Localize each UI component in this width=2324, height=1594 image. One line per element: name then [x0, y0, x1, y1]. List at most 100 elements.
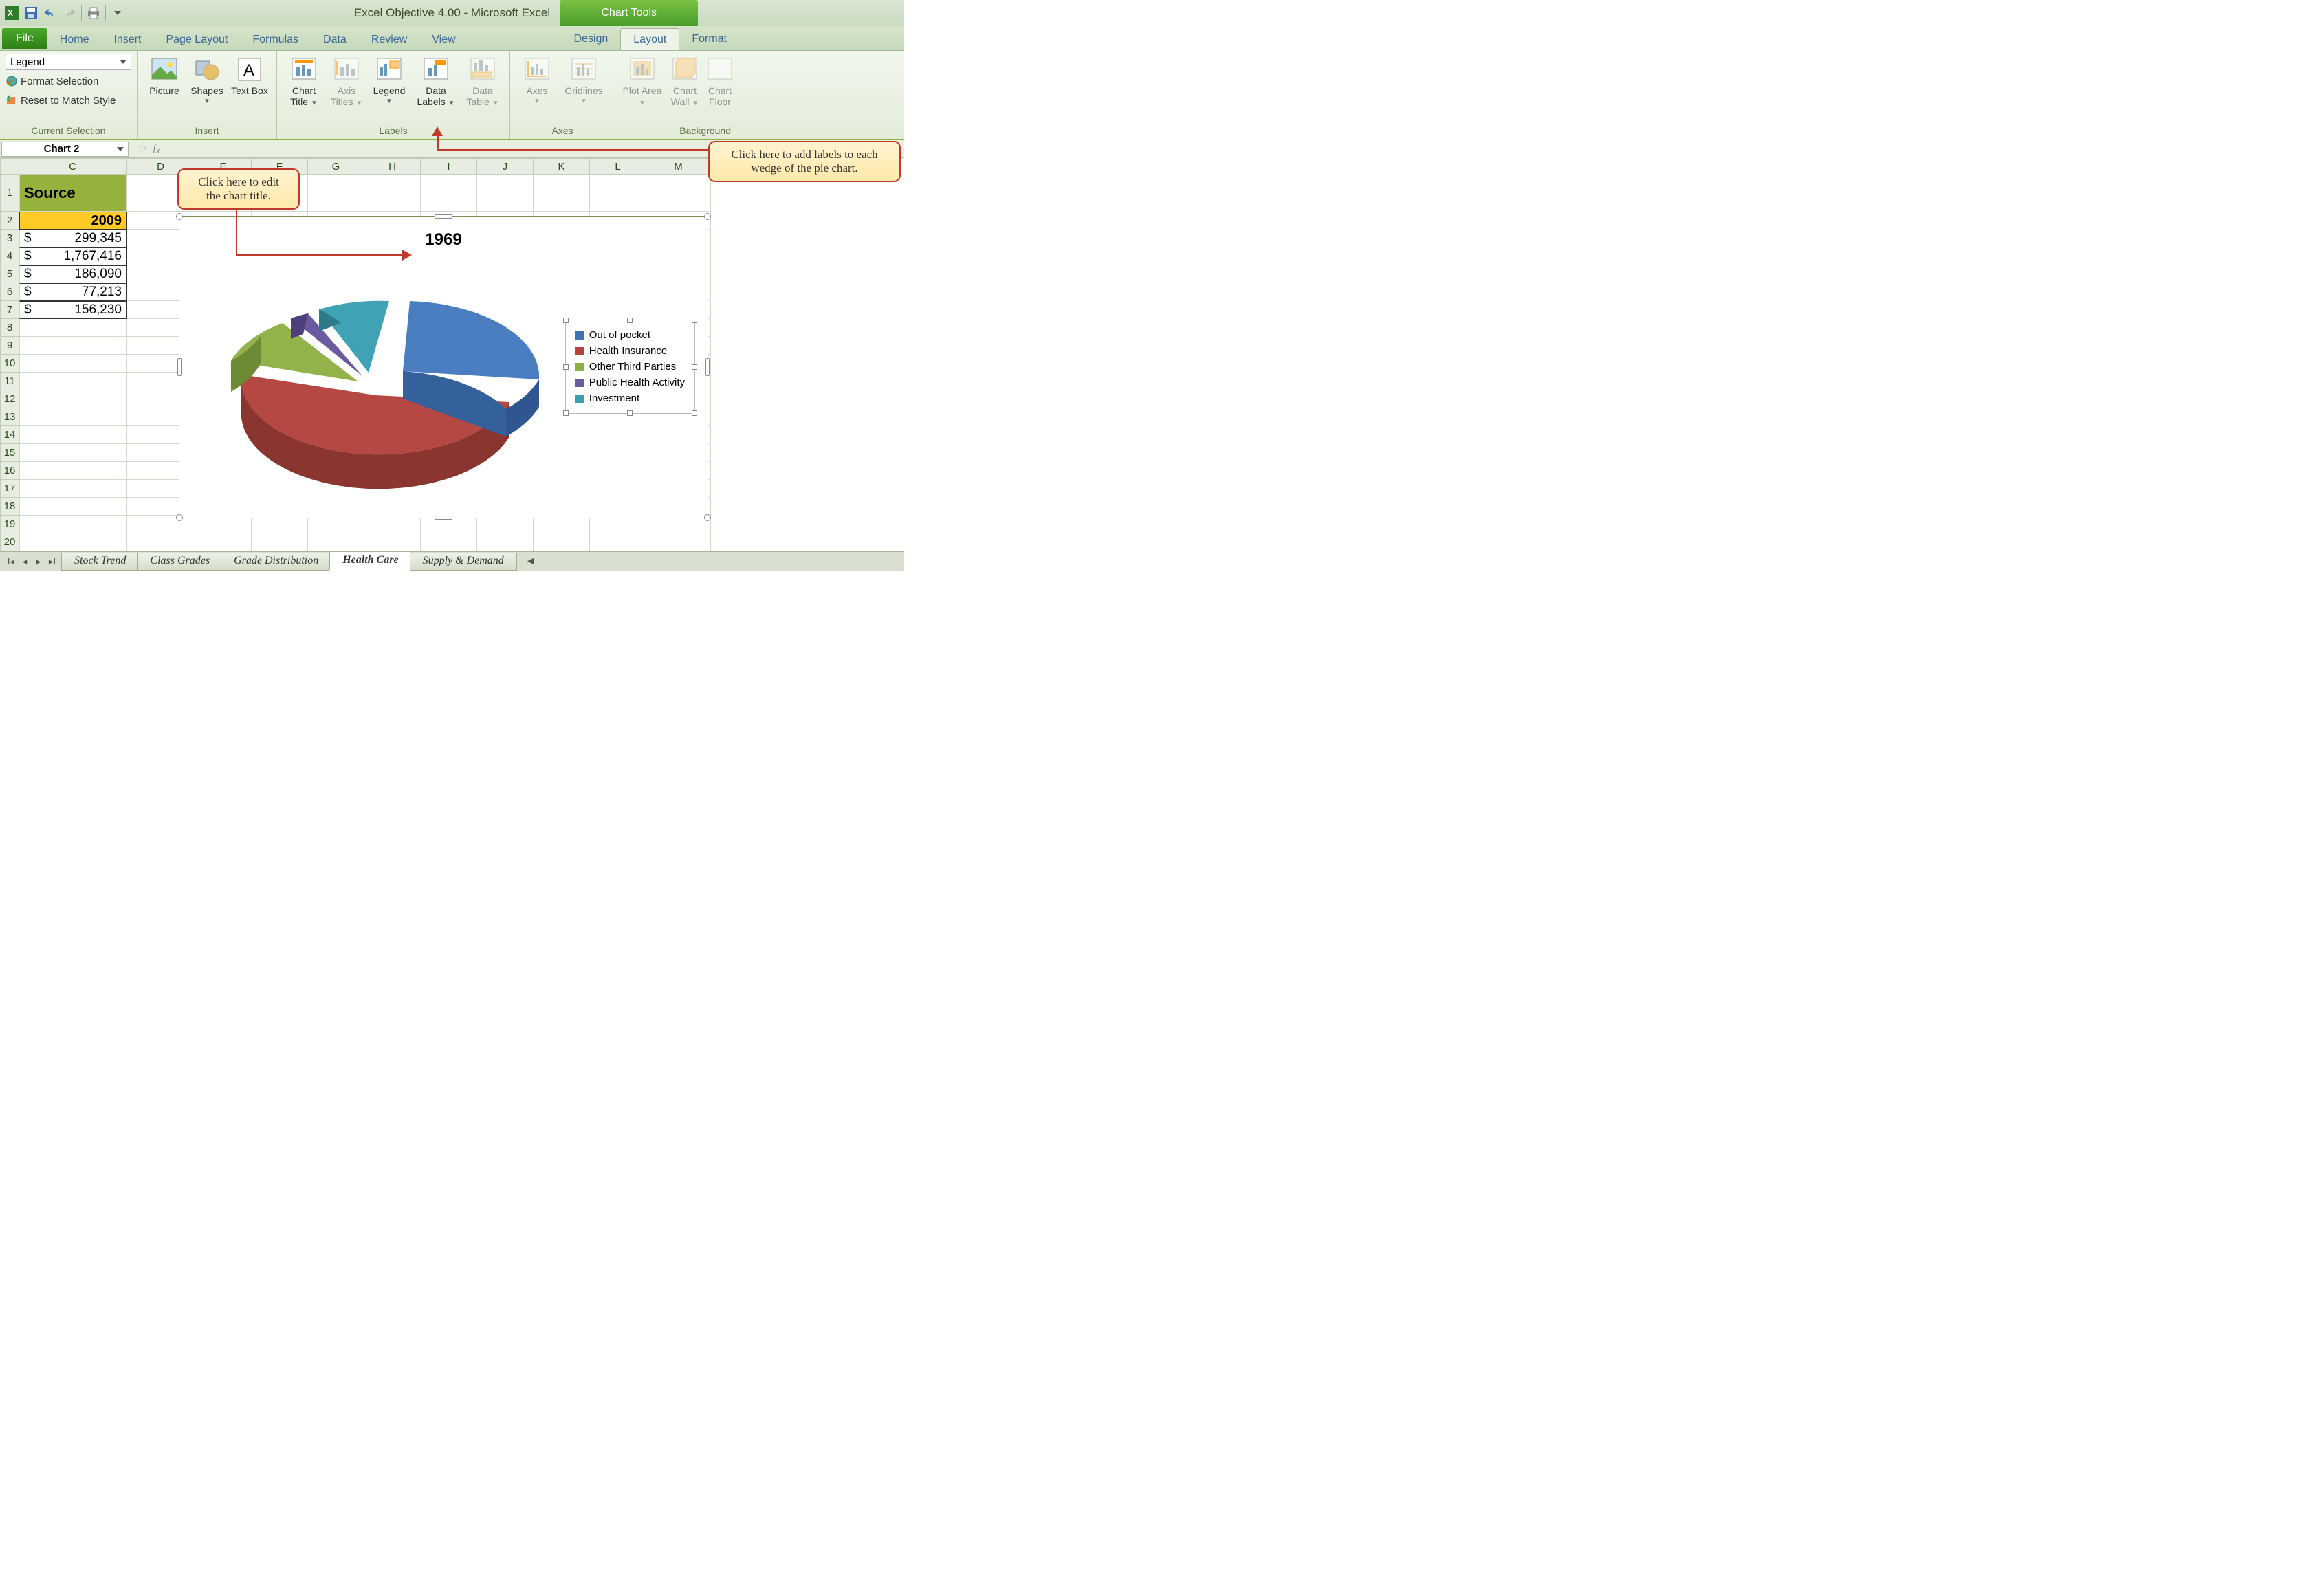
format-selection-button[interactable]: Format Selection: [6, 73, 131, 89]
row-header[interactable]: 16: [0, 462, 19, 480]
resize-handle[interactable]: [692, 318, 697, 323]
column-header[interactable]: M: [646, 158, 711, 175]
column-header[interactable]: H: [364, 158, 421, 175]
cell[interactable]: [364, 533, 421, 551]
cell[interactable]: [421, 175, 477, 212]
cell[interactable]: 2009: [19, 212, 127, 230]
cell[interactable]: [19, 390, 127, 408]
row-header[interactable]: 1: [0, 175, 19, 212]
cell[interactable]: [19, 355, 127, 373]
tab-design[interactable]: Design: [561, 28, 620, 50]
cell[interactable]: [19, 498, 127, 516]
cell[interactable]: [19, 319, 127, 337]
sheet-tab[interactable]: Supply & Demand: [410, 553, 517, 571]
qat-customize-icon[interactable]: [109, 4, 127, 22]
text-box-button[interactable]: AText Box: [228, 54, 271, 125]
save-icon[interactable]: [22, 4, 40, 22]
cell[interactable]: $1,767,416: [19, 247, 127, 265]
legend-item[interactable]: Health Insurance: [575, 343, 685, 359]
cell[interactable]: [195, 533, 252, 551]
resize-handle[interactable]: [692, 364, 697, 370]
row-header[interactable]: 13: [0, 408, 19, 426]
name-box[interactable]: Chart 2: [1, 142, 129, 157]
resize-handle[interactable]: [704, 213, 711, 220]
cell[interactable]: [19, 462, 127, 480]
redo-icon[interactable]: [61, 4, 78, 22]
cell[interactable]: $299,345: [19, 230, 127, 247]
resize-handle[interactable]: [176, 213, 183, 220]
axis-titles-button[interactable]: Axis Titles ▼: [325, 54, 368, 125]
chart-legend[interactable]: Out of pocketHealth InsuranceOther Third…: [565, 320, 695, 414]
resize-handle[interactable]: [692, 410, 697, 416]
axes-button[interactable]: Axes▼: [516, 54, 558, 125]
cell[interactable]: [308, 533, 364, 551]
tab-insert[interactable]: Insert: [101, 29, 153, 50]
cell[interactable]: [19, 426, 127, 444]
row-header[interactable]: 6: [0, 283, 19, 301]
undo-icon[interactable]: [41, 4, 59, 22]
row-header[interactable]: 2: [0, 212, 19, 230]
chart-title-button[interactable]: Chart Title ▼: [283, 54, 325, 125]
legend-item[interactable]: Out of pocket: [575, 327, 685, 343]
chart-title[interactable]: 1969: [425, 230, 461, 250]
cell[interactable]: [421, 533, 477, 551]
row-header[interactable]: 18: [0, 498, 19, 516]
excel-icon[interactable]: X: [3, 4, 21, 22]
row-header[interactable]: 10: [0, 355, 19, 373]
cell[interactable]: [19, 408, 127, 426]
cell[interactable]: [364, 175, 421, 212]
row-header[interactable]: 12: [0, 390, 19, 408]
row-header[interactable]: 7: [0, 301, 19, 319]
cell[interactable]: [477, 533, 534, 551]
tab-data[interactable]: Data: [311, 29, 359, 50]
cell[interactable]: [646, 533, 711, 551]
legend-item[interactable]: Investment: [575, 390, 685, 406]
tab-home[interactable]: Home: [47, 29, 102, 50]
cell[interactable]: [534, 533, 590, 551]
column-header[interactable]: L: [590, 158, 646, 175]
scroll-left-icon[interactable]: ◄: [525, 555, 536, 568]
tab-page-layout[interactable]: Page Layout: [153, 29, 240, 50]
resize-handle[interactable]: [704, 514, 711, 521]
tab-view[interactable]: View: [419, 29, 468, 50]
cell[interactable]: [19, 444, 127, 462]
column-header[interactable]: G: [308, 158, 364, 175]
tab-formulas[interactable]: Formulas: [240, 29, 311, 50]
resize-handle[interactable]: [435, 214, 452, 219]
row-header[interactable]: 17: [0, 480, 19, 498]
cell[interactable]: Source: [19, 175, 127, 212]
row-header[interactable]: 5: [0, 265, 19, 283]
print-icon[interactable]: [85, 4, 102, 22]
row-header[interactable]: 19: [0, 516, 19, 533]
sheet-tab[interactable]: Class Grades: [137, 553, 223, 571]
cell[interactable]: [646, 175, 711, 212]
resize-handle[interactable]: [176, 514, 183, 521]
tab-format[interactable]: Format: [679, 28, 739, 50]
pie-chart[interactable]: [204, 275, 547, 509]
resize-handle[interactable]: [563, 410, 569, 416]
sheet-tab[interactable]: Health Care: [329, 552, 411, 571]
embedded-chart[interactable]: 1969: [179, 216, 708, 518]
cell[interactable]: [19, 516, 127, 533]
cell[interactable]: [19, 337, 127, 355]
sheet-tab[interactable]: Grade Distribution: [221, 553, 331, 571]
legend-item[interactable]: Public Health Activity: [575, 375, 685, 390]
resize-handle[interactable]: [627, 410, 633, 416]
row-header[interactable]: 11: [0, 373, 19, 390]
resize-handle[interactable]: [563, 318, 569, 323]
cell[interactable]: $77,213: [19, 283, 127, 301]
cell[interactable]: [19, 373, 127, 390]
column-header[interactable]: I: [421, 158, 477, 175]
column-header[interactable]: J: [477, 158, 534, 175]
row-header[interactable]: 14: [0, 426, 19, 444]
cell[interactable]: [590, 175, 646, 212]
sheet-tab[interactable]: Stock Trend: [61, 553, 139, 571]
resize-handle[interactable]: [177, 358, 182, 376]
chart-wall-button[interactable]: Chart Wall ▼: [664, 54, 706, 125]
fx-icon[interactable]: fx: [153, 143, 160, 155]
row-header[interactable]: 15: [0, 444, 19, 462]
cell[interactable]: [19, 480, 127, 498]
cell[interactable]: [308, 175, 364, 212]
picture-button[interactable]: Picture: [143, 54, 186, 125]
resize-handle[interactable]: [627, 318, 633, 323]
